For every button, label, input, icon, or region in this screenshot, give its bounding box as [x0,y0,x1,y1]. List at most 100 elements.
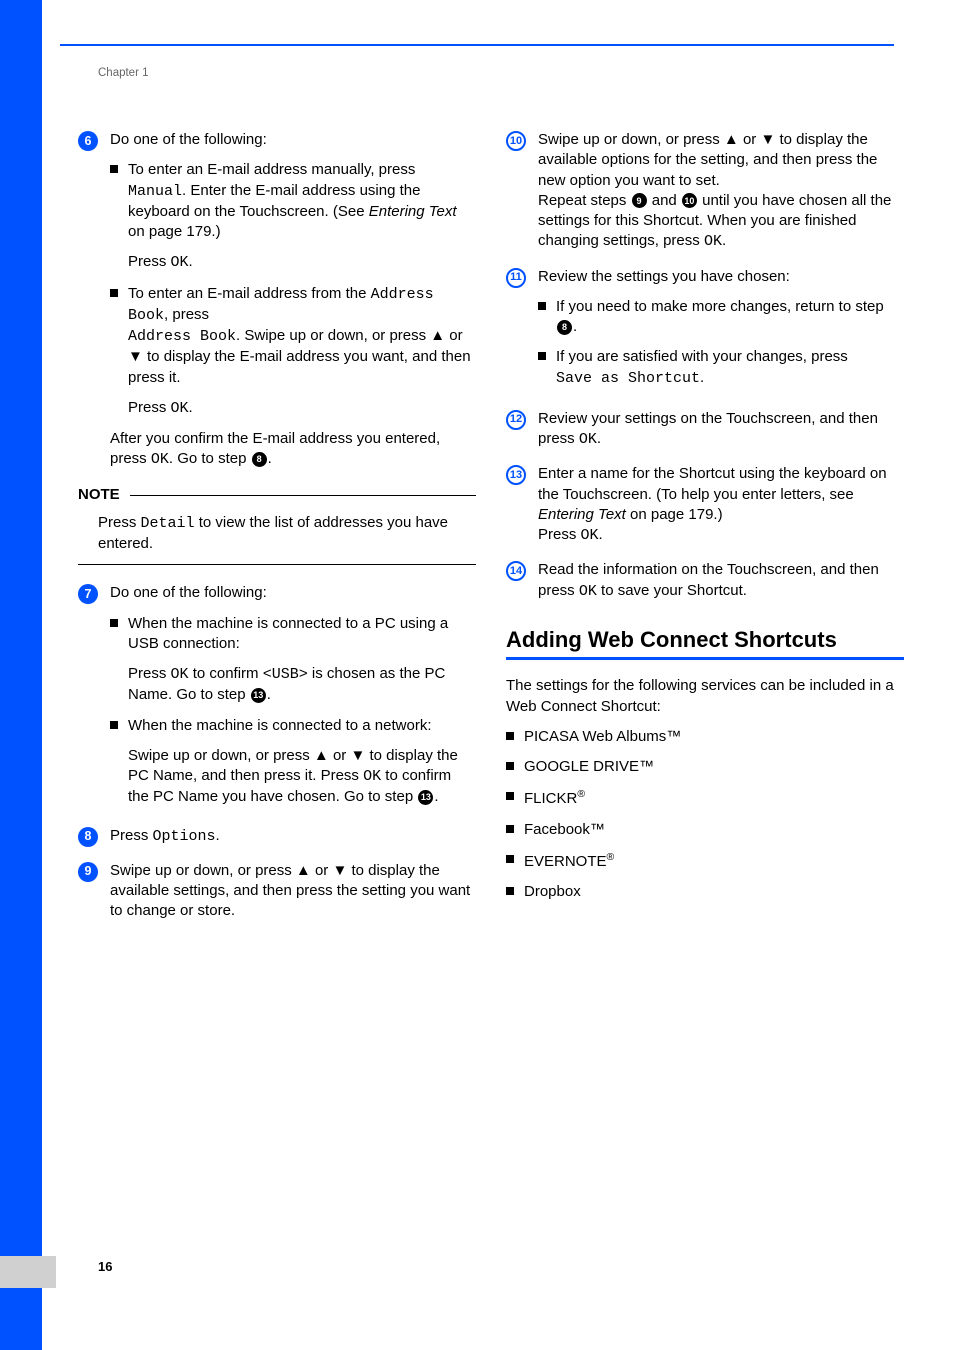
square-bullet-icon [506,887,514,895]
note-label: NOTE [78,485,120,505]
text: . [189,253,193,270]
service-list: PICASA Web Albums™ GOOGLE DRIVE™ FLICKR®… [506,727,904,903]
text: to confirm [189,665,263,682]
text: . [216,827,220,844]
step-7-intro: Do one of the following: [110,583,476,603]
num: 10 [510,134,522,149]
text: Press [538,526,581,543]
num: 13 [510,468,522,483]
step-number-10: 10 [506,131,526,151]
section-heading: Adding Web Connect Shortcuts [506,626,904,654]
list-item: EVERNOTE® [506,850,904,872]
blue-sidebar [0,0,42,1350]
text: . [267,686,271,703]
step-ref-13-icon: 13 [418,790,433,805]
note-bottom-rule [78,564,476,565]
step-ref-10-icon: 10 [682,193,697,208]
text: To enter an E-mail address manually, pre… [128,161,415,178]
code-manual: Manual [128,183,182,200]
code-options: Options [153,828,216,845]
text: . [722,232,726,249]
step-11-intro: Review the settings you have chosen: [538,267,904,287]
step-7-b1-text: When the machine is connected to a PC us… [128,614,476,655]
code-ok: OK [151,451,169,468]
step-6-intro: Do one of the following: [110,130,476,150]
step-number-9: 9 [78,862,98,882]
code-ok: OK [171,666,189,683]
text: on page 179.) [626,506,723,523]
square-bullet-icon [110,721,118,729]
chapter-label: Chapter 1 [98,66,149,82]
text: . [597,430,601,447]
square-bullet-icon [538,302,546,310]
service-name: PICASA Web Albums™ [524,727,681,747]
service-name: Dropbox [524,882,581,902]
code-detail: Detail [141,515,195,532]
step-number-14: 14 [506,561,526,581]
num: 11 [510,270,522,285]
square-bullet-icon [506,732,514,740]
code-addressbook: Address Book [128,328,236,345]
note-header: NOTE [78,485,476,505]
step-7-b1-para: Press OK to confirm <USB> is chosen as t… [128,664,476,706]
square-bullet-icon [110,165,118,173]
step-11: 11 Review the settings you have chosen: … [506,267,904,395]
step-number-11: 11 [506,268,526,288]
square-bullet-icon [110,619,118,627]
code-ok: OK [579,583,597,600]
list-item: Dropbox [506,882,904,902]
page-corner-tab [0,1256,56,1288]
step-11-b2-text: If you are satisfied with your changes, … [556,347,904,389]
text: . [434,788,438,805]
text: Press [98,514,141,531]
list-item: Facebook™ [506,820,904,840]
step-ref-13-icon: 13 [251,688,266,703]
text: If you are satisfied with your changes, … [556,348,848,365]
page-number: 16 [98,1258,112,1276]
square-bullet-icon [506,825,514,833]
text: . [573,318,577,335]
step-number-13: 13 [506,465,526,485]
num: 12 [510,412,522,427]
link-entering-text[interactable]: Entering Text [369,203,457,220]
service-name: Facebook™ [524,820,605,840]
code-ok: OK [171,254,189,271]
code-ok: OK [579,431,597,448]
step-10-p1: Swipe up or down, or press ▲ or ▼ to dis… [538,130,904,191]
step-6-b2-text: To enter an E-mail address from the Addr… [128,284,476,388]
list-item: FLICKR® [506,787,904,809]
text: . [189,399,193,416]
step-10-p2: Repeat steps 9 and 10 until you have cho… [538,191,904,253]
step-7-b2-para: Swipe up or down, or press ▲ or ▼ to dis… [128,746,476,808]
square-bullet-icon [538,352,546,360]
text: EVERNOTE [524,853,607,870]
code-ok: OK [704,233,722,250]
step-7-body: Do one of the following: When the machin… [110,583,476,811]
code-ok: OK [363,768,381,785]
step-9: 9 Swipe up or down, or press ▲ or ▼ to d… [78,861,476,922]
square-bullet-icon [506,762,514,770]
step-13-body: Enter a name for the Shortcut using the … [538,464,904,546]
step-8: 8 Press Options. [78,826,476,847]
step-14: 14 Read the information on the Touchscre… [506,560,904,602]
text: Press [128,253,171,270]
step-7-b2-text: When the machine is connected to a netwo… [128,716,476,736]
text: and [648,192,681,209]
step-7-bullet-1: When the machine is connected to a PC us… [110,614,476,655]
step-ref-8-icon: 8 [252,452,267,467]
text: on page 179.) [128,223,221,240]
text: . [700,369,704,386]
step-ref-9-icon: 9 [632,193,647,208]
text: , press [164,306,209,323]
code-usb: <USB> [263,666,308,683]
text: Enter a name for the Shortcut using the … [538,465,887,502]
left-column: 6 Do one of the following: To enter an E… [78,130,476,936]
code-save-shortcut: Save as Shortcut [556,370,700,387]
step-6-b1-text: To enter an E-mail address manually, pre… [128,160,476,242]
link-entering-text[interactable]: Entering Text [538,506,626,523]
step-10-body: Swipe up or down, or press ▲ or ▼ to dis… [538,130,904,253]
step-6-after: After you confirm the E-mail address you… [110,429,476,471]
step-11-body: Review the settings you have chosen: If … [538,267,904,395]
step-9-body: Swipe up or down, or press ▲ or ▼ to dis… [110,861,476,922]
step-13: 13 Enter a name for the Shortcut using t… [506,464,904,546]
